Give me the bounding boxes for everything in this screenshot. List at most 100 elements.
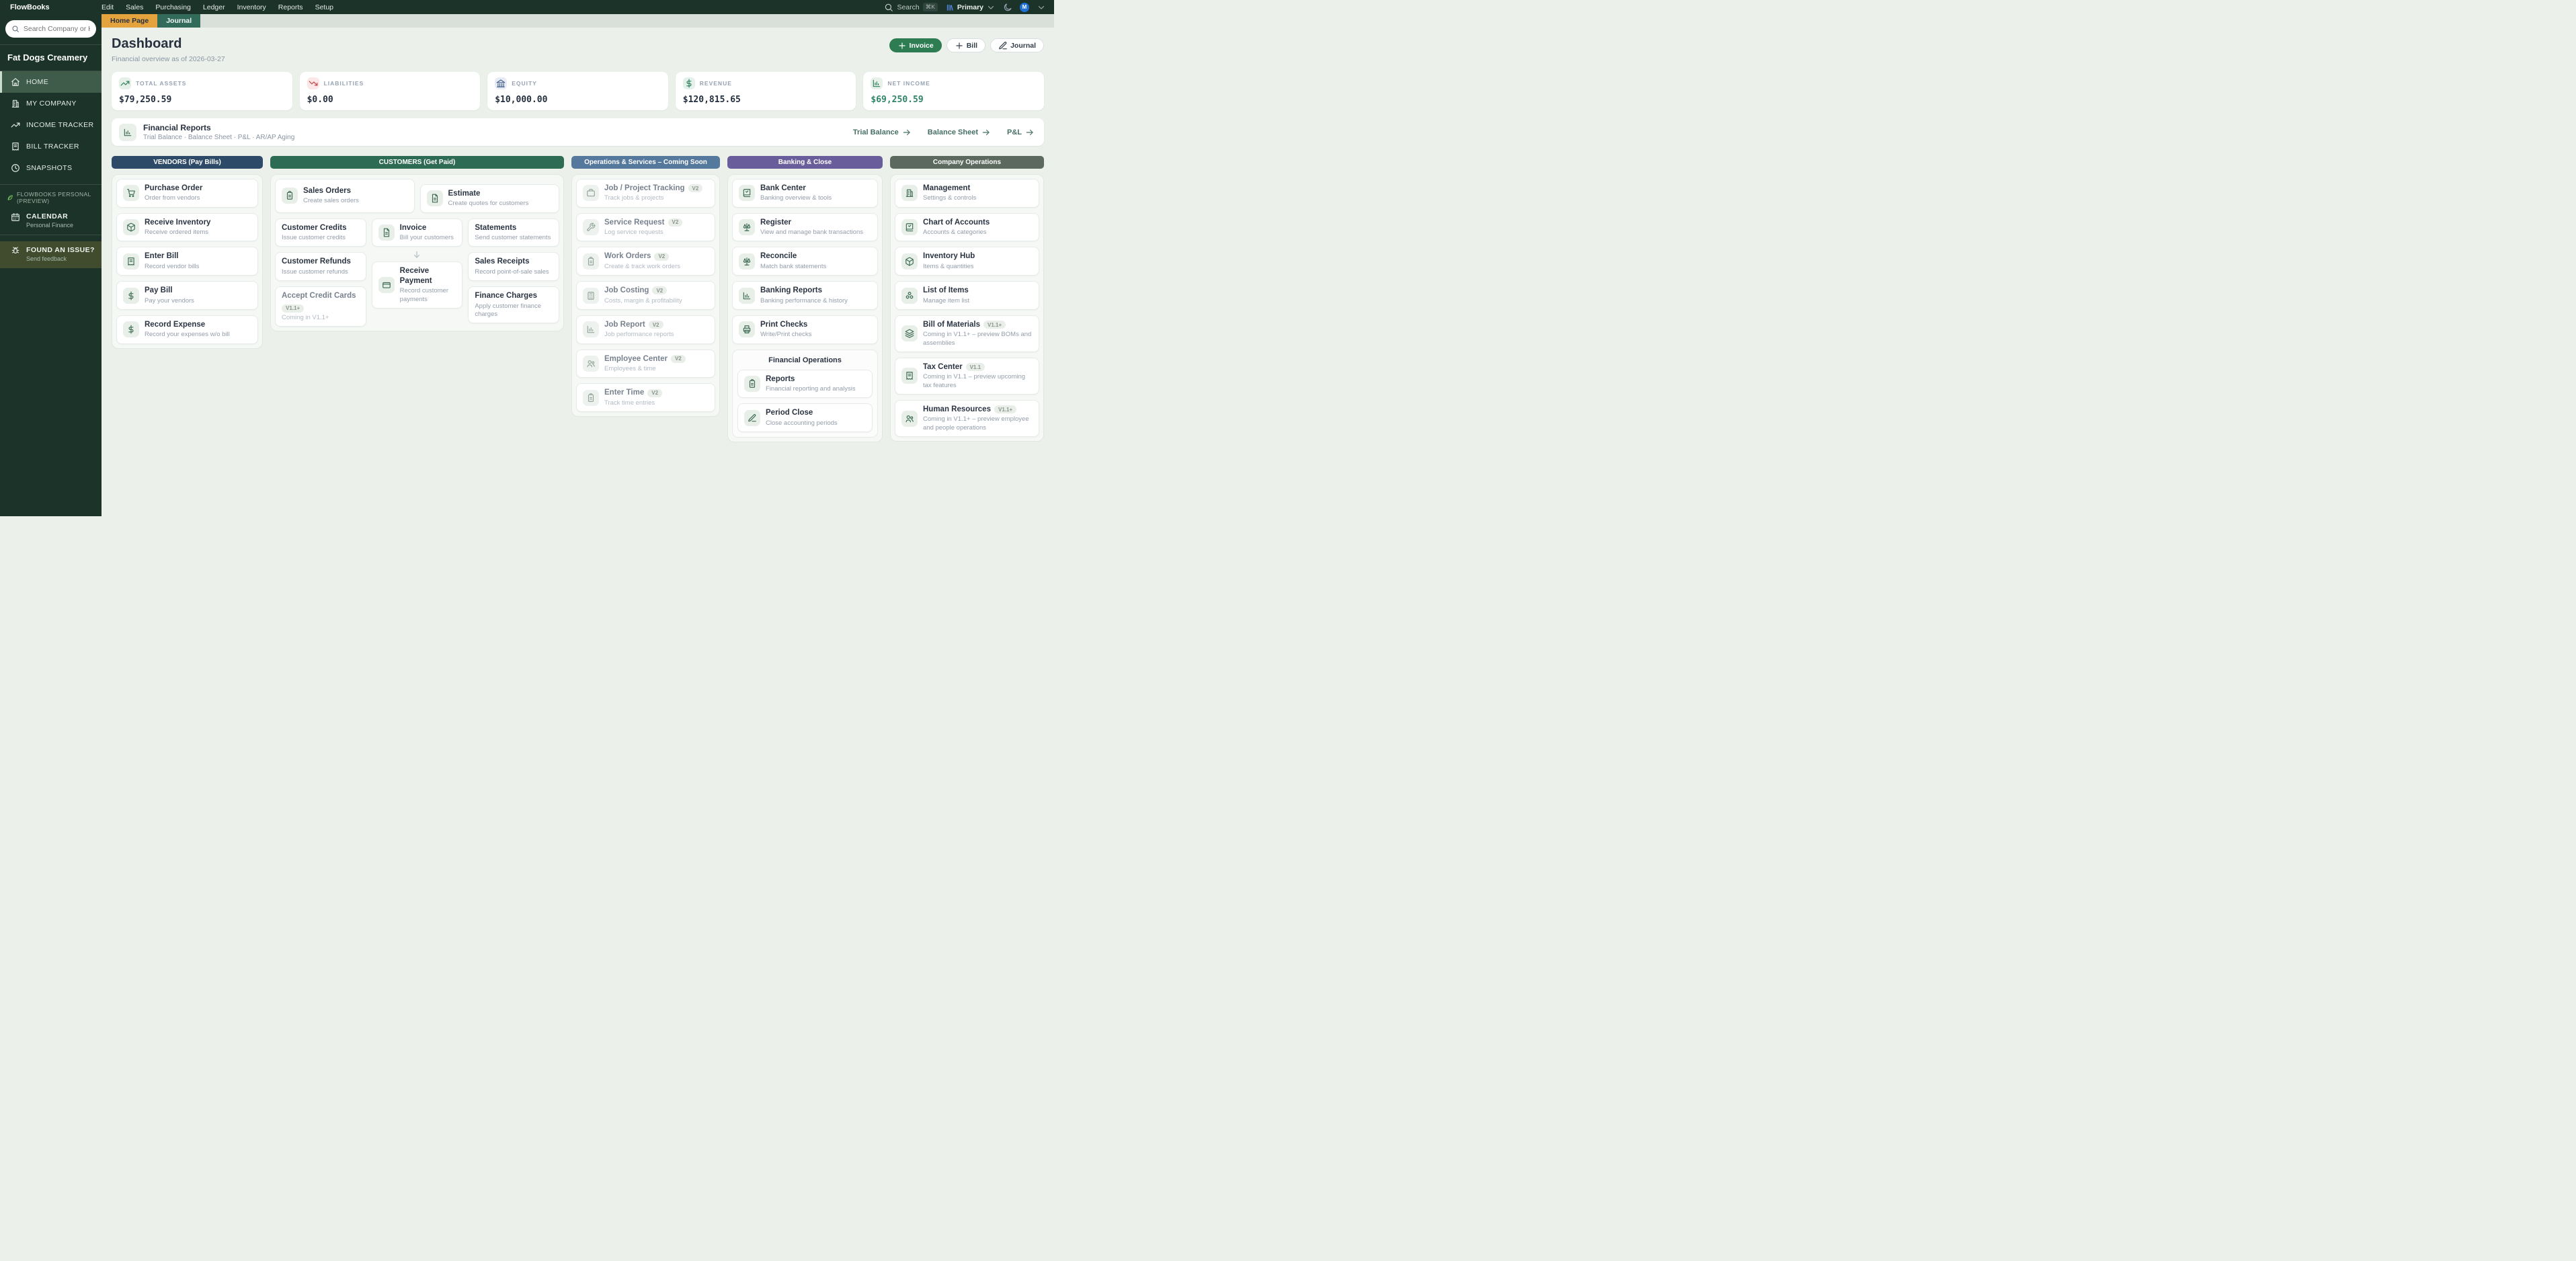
avatar[interactable]: M: [1020, 3, 1029, 12]
card-statements[interactable]: Statements Send customer statements: [468, 218, 559, 247]
sidebar-item-label: SNAPSHOTS: [26, 164, 72, 172]
menu-edit[interactable]: Edit: [102, 3, 114, 11]
card-management[interactable]: Management Settings & controls: [895, 179, 1039, 208]
arrow-down-icon: [372, 250, 463, 259]
clipboard-icon: [583, 253, 599, 270]
card-enter-time[interactable]: Enter Time V2 Track time entries: [576, 383, 715, 412]
version-badge: V2: [671, 355, 686, 363]
vendors-header: VENDORS (Pay Bills): [112, 156, 263, 169]
new-bill-button[interactable]: Bill: [947, 38, 985, 52]
search-icon: [884, 3, 893, 12]
link-pl[interactable]: P&L: [1007, 128, 1035, 137]
card-accept-credit-cards[interactable]: Accept Credit Cards V1.1+ Coming in V1.1…: [275, 286, 366, 327]
company-column: Company Operations Management Settings &…: [890, 156, 1044, 442]
card-bank-center[interactable]: Bank Center Banking overview & tools: [732, 179, 878, 208]
feedback-sub: Send feedback: [26, 255, 95, 262]
financial-operations-section: Financial Operations Reports Financial r…: [732, 350, 878, 438]
menu-ledger[interactable]: Ledger: [203, 3, 225, 11]
card-finance-charges[interactable]: Finance Charges Apply customer finance c…: [468, 286, 559, 323]
stat-value: $69,250.59: [871, 95, 1037, 105]
stat-revenue: REVENUE $120,815.65: [676, 72, 856, 110]
card-reconcile[interactable]: Reconcile Match bank statements: [732, 247, 878, 276]
link-balance-sheet[interactable]: Balance Sheet: [928, 128, 991, 137]
card-work-orders[interactable]: Work Orders V2 Create & track work order…: [576, 247, 715, 276]
card-service-request[interactable]: Service Request V2 Log service requests: [576, 213, 715, 242]
card-estimate[interactable]: Estimate Create quotes for customers: [420, 184, 560, 213]
card-receive-payment[interactable]: Receive Payment Record customer payments: [372, 261, 463, 308]
card-record-expense[interactable]: Record Expense Record your expenses w/o …: [116, 315, 258, 344]
calculator-icon: [583, 288, 599, 304]
card-human-resources[interactable]: Human Resources V1.1+ Coming in V1.1+ – …: [895, 400, 1039, 437]
card-sales-receipts[interactable]: Sales Receipts Record point-of-sale sale…: [468, 252, 559, 281]
card-reports[interactable]: Reports Financial reporting and analysis: [737, 370, 873, 399]
card-job-costing[interactable]: Job Costing V2 Costs, margin & profitabi…: [576, 281, 715, 310]
card-receive-inventory[interactable]: Receive Inventory Receive ordered items: [116, 213, 258, 242]
card-job-project-tracking[interactable]: Job / Project Tracking V2 Track jobs & p…: [576, 179, 715, 208]
new-journal-button[interactable]: Journal: [990, 38, 1044, 52]
tab-home-page[interactable]: Home Page: [102, 14, 157, 28]
sidebar-item-feedback[interactable]: FOUND AN ISSUE? Send feedback: [0, 241, 102, 268]
card-print-checks[interactable]: Print Checks Write/Print checks: [732, 315, 878, 344]
dollar-icon: [683, 77, 695, 89]
clipboard-icon: [282, 188, 298, 204]
dollar-icon: [123, 321, 139, 337]
card-bill-of-materials[interactable]: Bill of Materials V1.1+ Coming in V1.1+ …: [895, 315, 1039, 352]
sidebar-item-my-company[interactable]: MY COMPANY: [0, 93, 102, 114]
chevron-down-icon[interactable]: [1037, 3, 1046, 12]
sidebar-section-personal: FLOWBOOKS PERSONAL (PREVIEW): [0, 185, 102, 208]
bug-icon: [11, 246, 20, 255]
card-customer-credits[interactable]: Customer Credits Issue customer credits: [275, 218, 366, 247]
menu-inventory[interactable]: Inventory: [237, 3, 266, 11]
boxes-icon: [901, 288, 918, 304]
page-subtitle: Financial overview as of 2026-03-27: [112, 55, 225, 63]
card-register[interactable]: Register View and manage bank transactio…: [732, 213, 878, 242]
clock-icon: [11, 163, 20, 173]
pen-icon: [744, 410, 760, 426]
menu-sales[interactable]: Sales: [126, 3, 143, 11]
card-list-of-items[interactable]: List of Items Manage item list: [895, 281, 1039, 310]
sidebar-item-calendar[interactable]: CALENDAR Personal Finance: [0, 208, 102, 235]
menu-purchasing[interactable]: Purchasing: [155, 3, 191, 11]
scales-icon: [739, 219, 755, 235]
sidebar-search[interactable]: [5, 20, 96, 38]
new-invoice-button[interactable]: Invoice: [889, 38, 942, 52]
search-label: Search: [897, 3, 919, 11]
stat-value: $10,000.00: [495, 95, 661, 105]
card-enter-bill[interactable]: Enter Bill Record vendor bills: [116, 247, 258, 276]
app-logo: FlowBooks: [0, 3, 102, 11]
page-title: Dashboard: [112, 36, 225, 52]
sidebar-search-input[interactable]: [24, 25, 90, 33]
tab-journal[interactable]: Journal: [157, 14, 200, 28]
dark-mode-toggle[interactable]: [1003, 3, 1012, 12]
card-employee-center[interactable]: Employee Center V2 Employees & time: [576, 350, 715, 378]
sidebar-item-snapshots[interactable]: SNAPSHOTS: [0, 157, 102, 179]
banking-column: Banking & Close Bank Center Banking over…: [727, 156, 883, 442]
sidebar-item-bill-tracker[interactable]: BILL TRACKER: [0, 136, 102, 157]
card-banking-reports[interactable]: Banking Reports Banking performance & hi…: [732, 281, 878, 310]
card-tax-center[interactable]: Tax Center V1.1 Coming in V1.1 – preview…: [895, 358, 1039, 395]
card-purchase-order[interactable]: Purchase Order Order from vendors: [116, 179, 258, 208]
card-inventory-hub[interactable]: Inventory Hub Items & quantities: [895, 247, 1039, 276]
card-customer-refunds[interactable]: Customer Refunds Issue customer refunds: [275, 252, 366, 281]
version-badge: V2: [652, 286, 667, 294]
customers-subcol-1: Customer Credits Issue customer credits …: [275, 218, 366, 327]
card-period-close[interactable]: Period Close Close accounting periods: [737, 403, 873, 432]
menu-reports[interactable]: Reports: [278, 3, 303, 11]
card-sales-orders[interactable]: Sales Orders Create sales orders: [275, 179, 415, 213]
menu-setup[interactable]: Setup: [315, 3, 333, 11]
card-job-report[interactable]: Job Report V2 Job performance reports: [576, 315, 715, 344]
feedback-label: FOUND AN ISSUE?: [26, 246, 95, 254]
stat-label: REVENUE: [700, 80, 732, 87]
link-trial-balance[interactable]: Trial Balance: [853, 128, 912, 137]
global-search-button[interactable]: Search ⌘K: [884, 3, 937, 12]
sidebar-item-income-tracker[interactable]: INCOME TRACKER: [0, 114, 102, 136]
stat-label: EQUITY: [512, 80, 537, 87]
sidebar-item-home[interactable]: HOME: [0, 71, 102, 93]
card-chart-of-accounts[interactable]: Chart of Accounts Accounts & categories: [895, 213, 1039, 242]
users-icon: [901, 411, 918, 427]
calendar-icon: [11, 212, 20, 222]
card-invoice[interactable]: Invoice Bill your customers: [372, 218, 463, 247]
card-pay-bill[interactable]: Pay Bill Pay your vendors: [116, 281, 258, 310]
stat-net-income: NET INCOME $69,250.59: [863, 72, 1044, 110]
org-switcher[interactable]: Primary: [945, 3, 996, 12]
